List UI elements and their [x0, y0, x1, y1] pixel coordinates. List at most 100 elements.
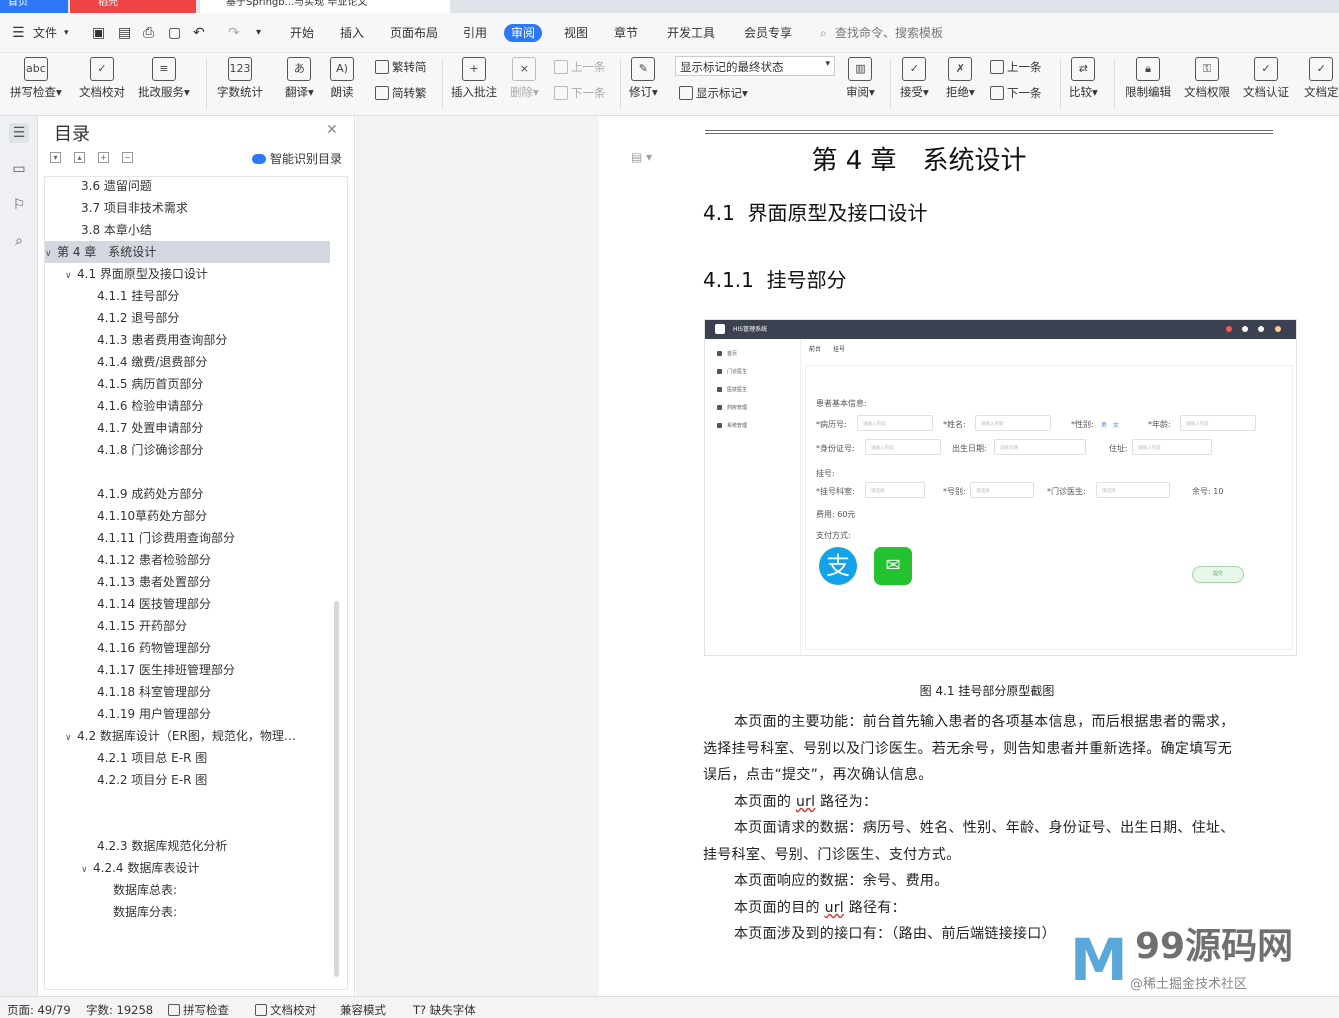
hamburger-icon[interactable]: ☰: [12, 25, 25, 41]
toc-item[interactable]: 4.1.15 开药部分: [45, 615, 330, 637]
toc-item[interactable]: 数据库分表:: [45, 901, 330, 923]
toc-item[interactable]: 3.6 遗留问题: [45, 177, 330, 197]
menu-member[interactable]: 会员专享: [744, 25, 792, 41]
chevron-down-icon[interactable]: ∨: [45, 243, 57, 263]
toc-item[interactable]: 3.7 项目非技术需求: [45, 197, 330, 219]
trad-to-simp-button[interactable]: 繁转简: [375, 59, 427, 75]
toc-item[interactable]: 4.1.17 医生排班管理部分: [45, 659, 330, 681]
doc-proof-button[interactable]: ✓ 文档校对: [79, 57, 125, 100]
menu-layout[interactable]: 页面布局: [390, 25, 438, 41]
toc-item[interactable]: 4.1.10草药处方部分: [45, 505, 330, 527]
menu-start[interactable]: 开始: [290, 25, 314, 41]
toc-item[interactable]: 4.1.6 检验申请部分: [45, 395, 330, 417]
toc-item[interactable]: 4.2.3 数据库规范化分析: [45, 835, 330, 857]
toc-item[interactable]: 4.1.9 成药处方部分: [45, 483, 330, 505]
translate-button[interactable]: あ翻译▾: [285, 57, 314, 100]
toc-icon[interactable]: ☰: [9, 123, 29, 143]
doc-finalize-button[interactable]: ✓ 文档定: [1304, 57, 1339, 100]
insert-comment-button[interactable]: + 插入批注: [451, 57, 497, 100]
toc-item[interactable]: ∨ 第 4 章 系统设计: [45, 241, 330, 263]
bookmark-icon[interactable]: ⚐: [9, 195, 29, 215]
toc-item[interactable]: 4.2.2 项目分 E-R 图: [45, 769, 330, 791]
menu-insert[interactable]: 插入: [340, 25, 364, 41]
menu-review[interactable]: 审阅: [504, 24, 543, 42]
customize-icon[interactable]: ▾: [256, 25, 261, 41]
redo-icon[interactable]: ↷: [228, 25, 240, 41]
close-icon[interactable]: ✕: [326, 122, 338, 138]
chevron-down-icon[interactable]: ∨: [65, 727, 77, 747]
doc-permission-button[interactable]: ⚿ 文档权限: [1184, 57, 1230, 100]
reject-button[interactable]: ✗ 拒绝▾: [946, 57, 975, 100]
prev-change-button[interactable]: 上一条: [990, 59, 1042, 75]
accept-button[interactable]: ✓ 接受▾: [900, 57, 929, 100]
chevron-down-icon[interactable]: ∨: [81, 859, 93, 879]
chevron-down-icon[interactable]: ▾: [64, 25, 69, 41]
add-heading-icon[interactable]: +: [98, 152, 109, 163]
chapter-nav-icon[interactable]: ▭: [9, 159, 29, 179]
spell-check-toggle[interactable]: 拼写检查: [168, 1002, 229, 1018]
undo-icon[interactable]: ↶: [193, 25, 205, 41]
toc-item[interactable]: ∨ 4.1 界面原型及接口设计: [45, 263, 330, 285]
compare-button[interactable]: ⇄ 比较▾: [1069, 57, 1098, 100]
page-indicator[interactable]: 页面: 49/79: [7, 1002, 71, 1018]
toc-item[interactable]: 4.1.12 患者检验部分: [45, 549, 330, 571]
restrict-edit-button[interactable]: 🔒︎ 限制编辑: [1125, 57, 1171, 100]
batch-service-button[interactable]: ≡ 批改服务▾: [138, 57, 190, 100]
toc-item[interactable]: 4.1.5 病历首页部分: [45, 373, 330, 395]
export-pdf-icon[interactable]: ▤: [118, 25, 131, 41]
menu-reference[interactable]: 引用: [463, 25, 487, 41]
menu-developer[interactable]: 开发工具: [667, 25, 715, 41]
toc-item[interactable]: 4.1.1 挂号部分: [45, 285, 330, 307]
doc-proof-toggle[interactable]: 文档校对: [255, 1002, 316, 1018]
show-markup-button[interactable]: 显示标记▾: [679, 85, 748, 101]
next-change-button[interactable]: 下一条: [990, 85, 1042, 101]
toc-item[interactable]: 3.8 本章小结: [45, 219, 330, 241]
word-count-button[interactable]: 123 字数统计: [217, 57, 263, 100]
word-count-indicator[interactable]: 字数: 19258: [86, 1002, 153, 1018]
toc-item[interactable]: 4.1.16 药物管理部分: [45, 637, 330, 659]
print-icon[interactable]: ⎙: [143, 25, 154, 41]
prev-comment-button[interactable]: 上一条: [554, 59, 606, 75]
simp-to-trad-button[interactable]: 简转繁: [375, 85, 427, 101]
command-search[interactable]: 查找命令、搜索模板: [835, 25, 943, 41]
markup-state-select[interactable]: 显示标记的最终状态 ▾: [675, 56, 835, 76]
toc-item[interactable]: 4.1.3 患者费用查询部分: [45, 329, 330, 351]
toc-item[interactable]: 4.1.7 处置申请部分: [45, 417, 330, 439]
save-icon[interactable]: ▣: [92, 25, 105, 41]
toc-item[interactable]: 4.1.14 医技管理部分: [45, 593, 330, 615]
compat-mode-indicator[interactable]: 兼容模式: [340, 1002, 386, 1018]
chevron-down-icon[interactable]: ∨: [65, 265, 77, 285]
remove-heading-icon[interactable]: −: [122, 152, 133, 163]
toc-item[interactable]: 4.1.2 退号部分: [45, 307, 330, 329]
tab-home[interactable]: 首页: [0, 0, 68, 13]
toc-item[interactable]: 4.1.11 门诊费用查询部分: [45, 527, 330, 549]
toc-item[interactable]: 4.1.4 缴费/退费部分: [45, 351, 330, 373]
toc-scrollbar[interactable]: [334, 601, 339, 977]
search-icon[interactable]: ⌕: [820, 25, 827, 41]
doc-certify-button[interactable]: ✓ 文档认证: [1243, 57, 1289, 100]
delete-comment-button[interactable]: × 删除▾: [510, 57, 539, 100]
toc-item[interactable]: ∨ 4.2 数据库设计（ER图，规范化，物理…: [45, 725, 330, 747]
tab-document[interactable]: 基于Springb...与实现 毕业论文: [200, 0, 450, 13]
toc-item[interactable]: 4.1.18 科室管理部分: [45, 681, 330, 703]
next-comment-button[interactable]: 下一条: [554, 85, 606, 101]
smart-toc-button[interactable]: 智能识别目录: [252, 150, 342, 167]
toc-item[interactable]: 数据库总表:: [45, 879, 330, 901]
toc-item[interactable]: 4.1.13 患者处置部分: [45, 571, 330, 593]
file-menu[interactable]: 文件: [33, 25, 57, 41]
menu-chapter[interactable]: 章节: [614, 25, 638, 41]
tab-draft[interactable]: 稻壳: [70, 0, 196, 13]
review-pane-button[interactable]: ▥ 审阅▾: [846, 57, 875, 100]
track-changes-button[interactable]: ✎ 修订▾: [629, 57, 658, 100]
collapse-icon[interactable]: ▾: [50, 152, 61, 163]
print-preview-icon[interactable]: ▢: [168, 25, 181, 41]
menu-view[interactable]: 视图: [564, 25, 588, 41]
toc-item[interactable]: 4.1.8 门诊确诊部分: [45, 439, 330, 461]
toc-item[interactable]: ∨ 4.2.4 数据库表设计: [45, 857, 330, 879]
find-icon[interactable]: ⌕: [9, 231, 29, 251]
read-aloud-button[interactable]: A) 朗读: [330, 57, 354, 100]
toc-item[interactable]: 4.1.19 用户管理部分: [45, 703, 330, 725]
spell-check-button[interactable]: abc 拼写检查▾: [10, 57, 62, 100]
expand-icon[interactable]: ▴: [74, 152, 85, 163]
missing-font-indicator[interactable]: T? 缺失字体: [413, 1002, 476, 1018]
